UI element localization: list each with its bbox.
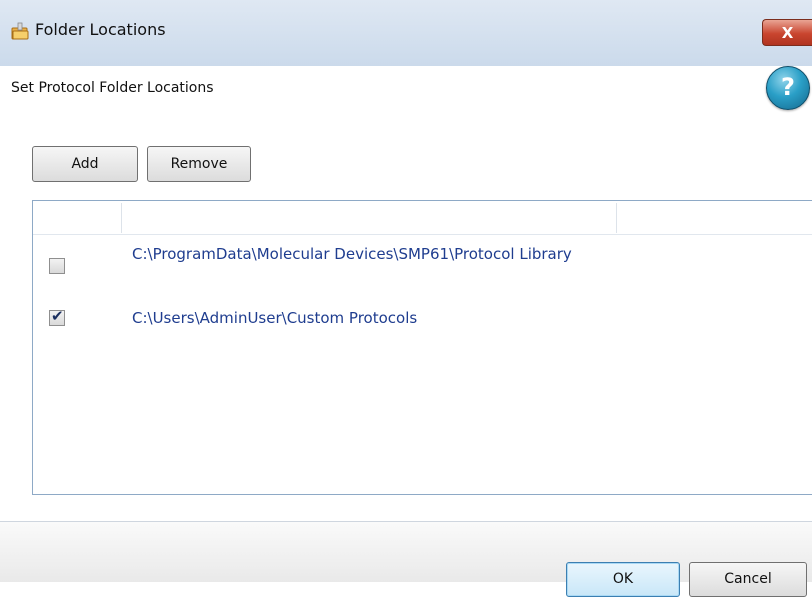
ok-button[interactable]: OK [566,562,680,597]
remove-button[interactable]: Remove [147,146,251,182]
add-button[interactable]: Add [32,146,138,182]
folder-checkbox-1[interactable] [49,258,65,274]
folder-list[interactable]: C:\ProgramData\Molecular Devices\SMP61\P… [32,200,812,495]
dialog-subtitle: Set Protocol Folder Locations [11,80,214,96]
column-separator[interactable] [616,203,617,233]
column-separator[interactable] [121,203,122,233]
list-header [33,201,812,235]
help-icon[interactable]: ? [766,66,810,110]
folder-icon [11,22,29,40]
close-button[interactable]: X [762,19,812,46]
folder-checkbox-2[interactable]: ✔ [49,307,65,326]
cancel-button[interactable]: Cancel [689,562,807,597]
folder-path-2: C:\Users\AdminUser\Custom Protocols [132,309,418,327]
checkmark-icon: ✔ [51,307,64,325]
title-bar: Folder Locations X [0,0,812,66]
folder-path-1: C:\ProgramData\Molecular Devices\SMP61\P… [132,245,572,263]
window-title: Folder Locations [35,20,166,39]
